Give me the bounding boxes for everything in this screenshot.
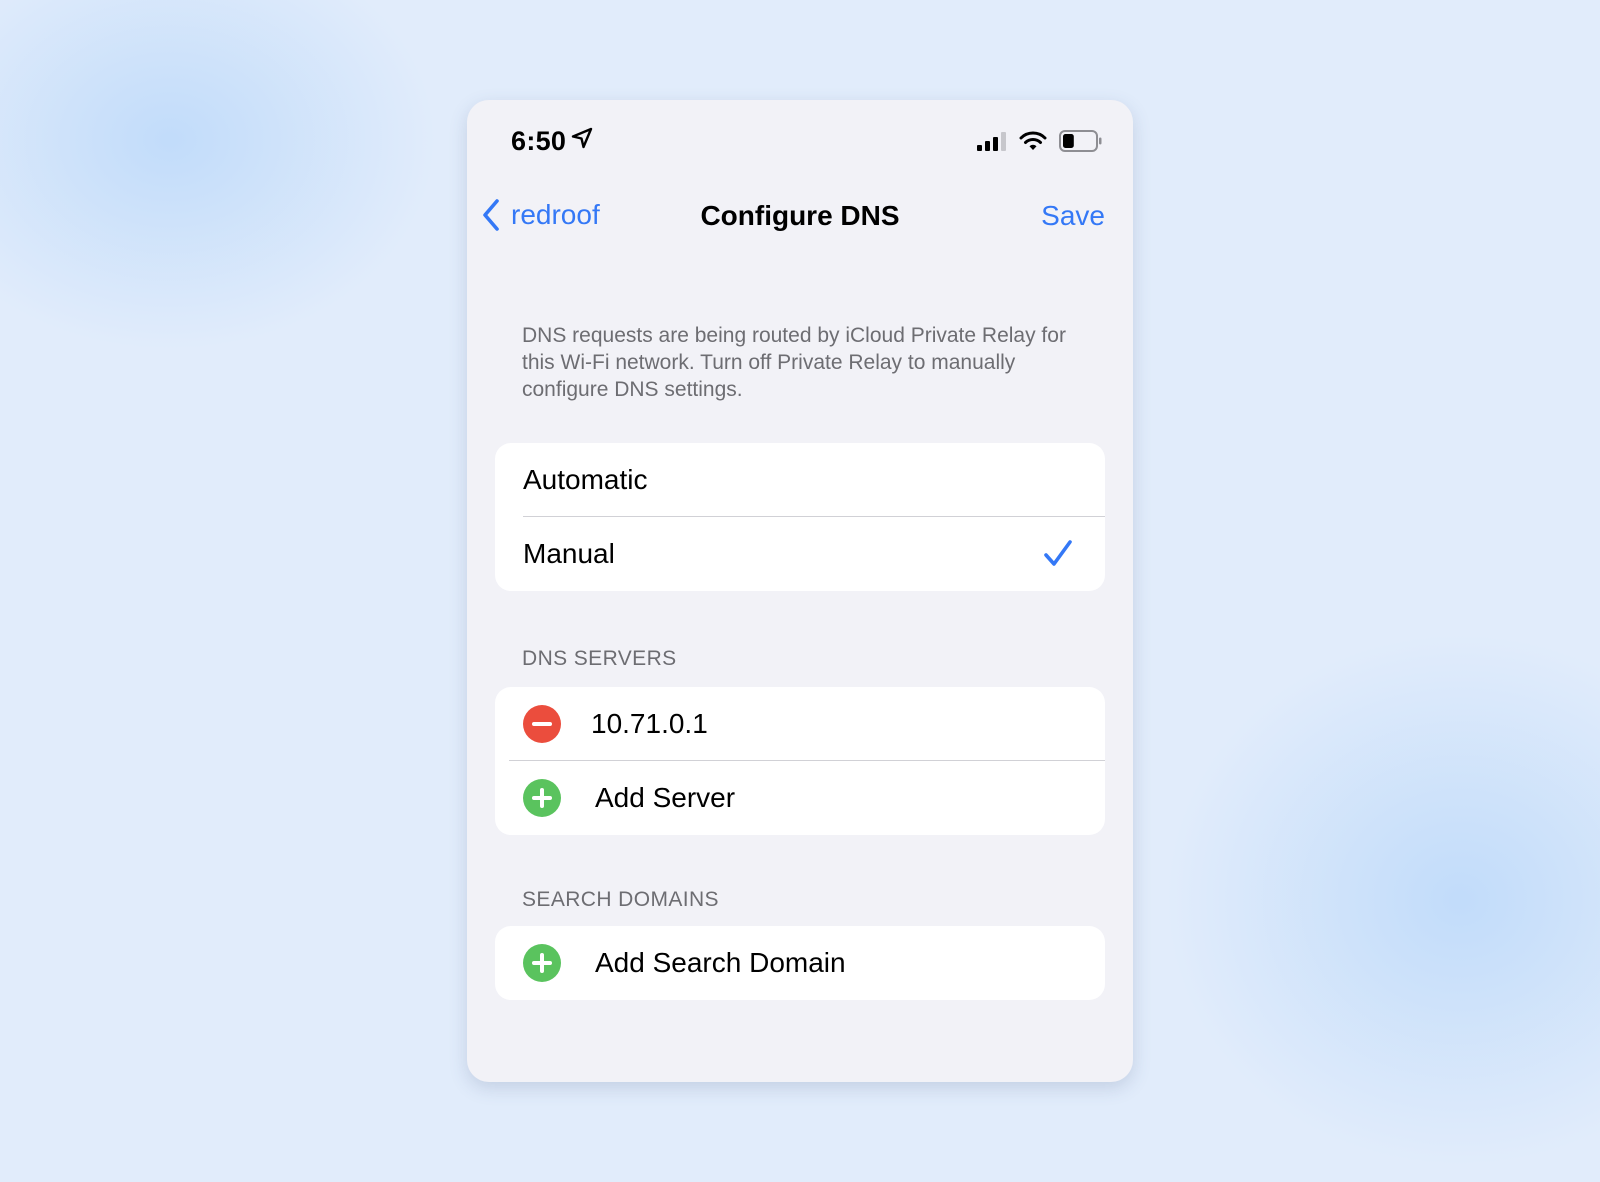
dns-mode-group: Automatic Manual: [495, 443, 1105, 591]
add-server-icon[interactable]: [523, 779, 561, 817]
page-title: Configure DNS: [700, 200, 900, 231]
add-server-row[interactable]: Add Server: [495, 761, 1105, 835]
search-domains-group: Add Search Domain: [495, 926, 1105, 1000]
add-search-domain-icon[interactable]: [523, 944, 561, 982]
cellular-signal-icon: [977, 131, 1007, 151]
option-manual-label: Manual: [523, 538, 615, 569]
option-automatic-label: Automatic: [523, 464, 648, 495]
search-domains-header: SEARCH DOMAINS: [522, 888, 719, 911]
location-arrow-icon: [570, 126, 594, 157]
save-button[interactable]: Save: [1041, 200, 1105, 232]
option-automatic[interactable]: Automatic: [495, 443, 1105, 517]
dns-server-row[interactable]: 10.71.0.1: [495, 687, 1105, 761]
checkmark-icon: [1043, 539, 1073, 569]
add-server-label: Add Server: [595, 782, 736, 813]
option-manual[interactable]: Manual: [495, 517, 1105, 591]
status-time: 6:50: [511, 126, 594, 157]
private-relay-notice: DNS requests are being routed by iCloud …: [522, 324, 1066, 401]
battery-icon: [1059, 130, 1103, 152]
phone-screen: 6:50 redroof Configure DNS Save DNS requ…: [467, 100, 1133, 1082]
add-search-domain-label: Add Search Domain: [595, 947, 846, 978]
dns-servers-group: 10.71.0.1 Add Server: [495, 687, 1105, 835]
remove-server-icon[interactable]: [523, 705, 561, 743]
wifi-icon: [1019, 131, 1047, 151]
dns-servers-header: DNS SERVERS: [522, 647, 677, 670]
dns-server-value[interactable]: 10.71.0.1: [591, 708, 708, 740]
add-search-domain-row[interactable]: Add Search Domain: [495, 926, 1105, 1000]
status-time-text: 6:50: [511, 126, 567, 156]
status-icons: [977, 130, 1103, 152]
